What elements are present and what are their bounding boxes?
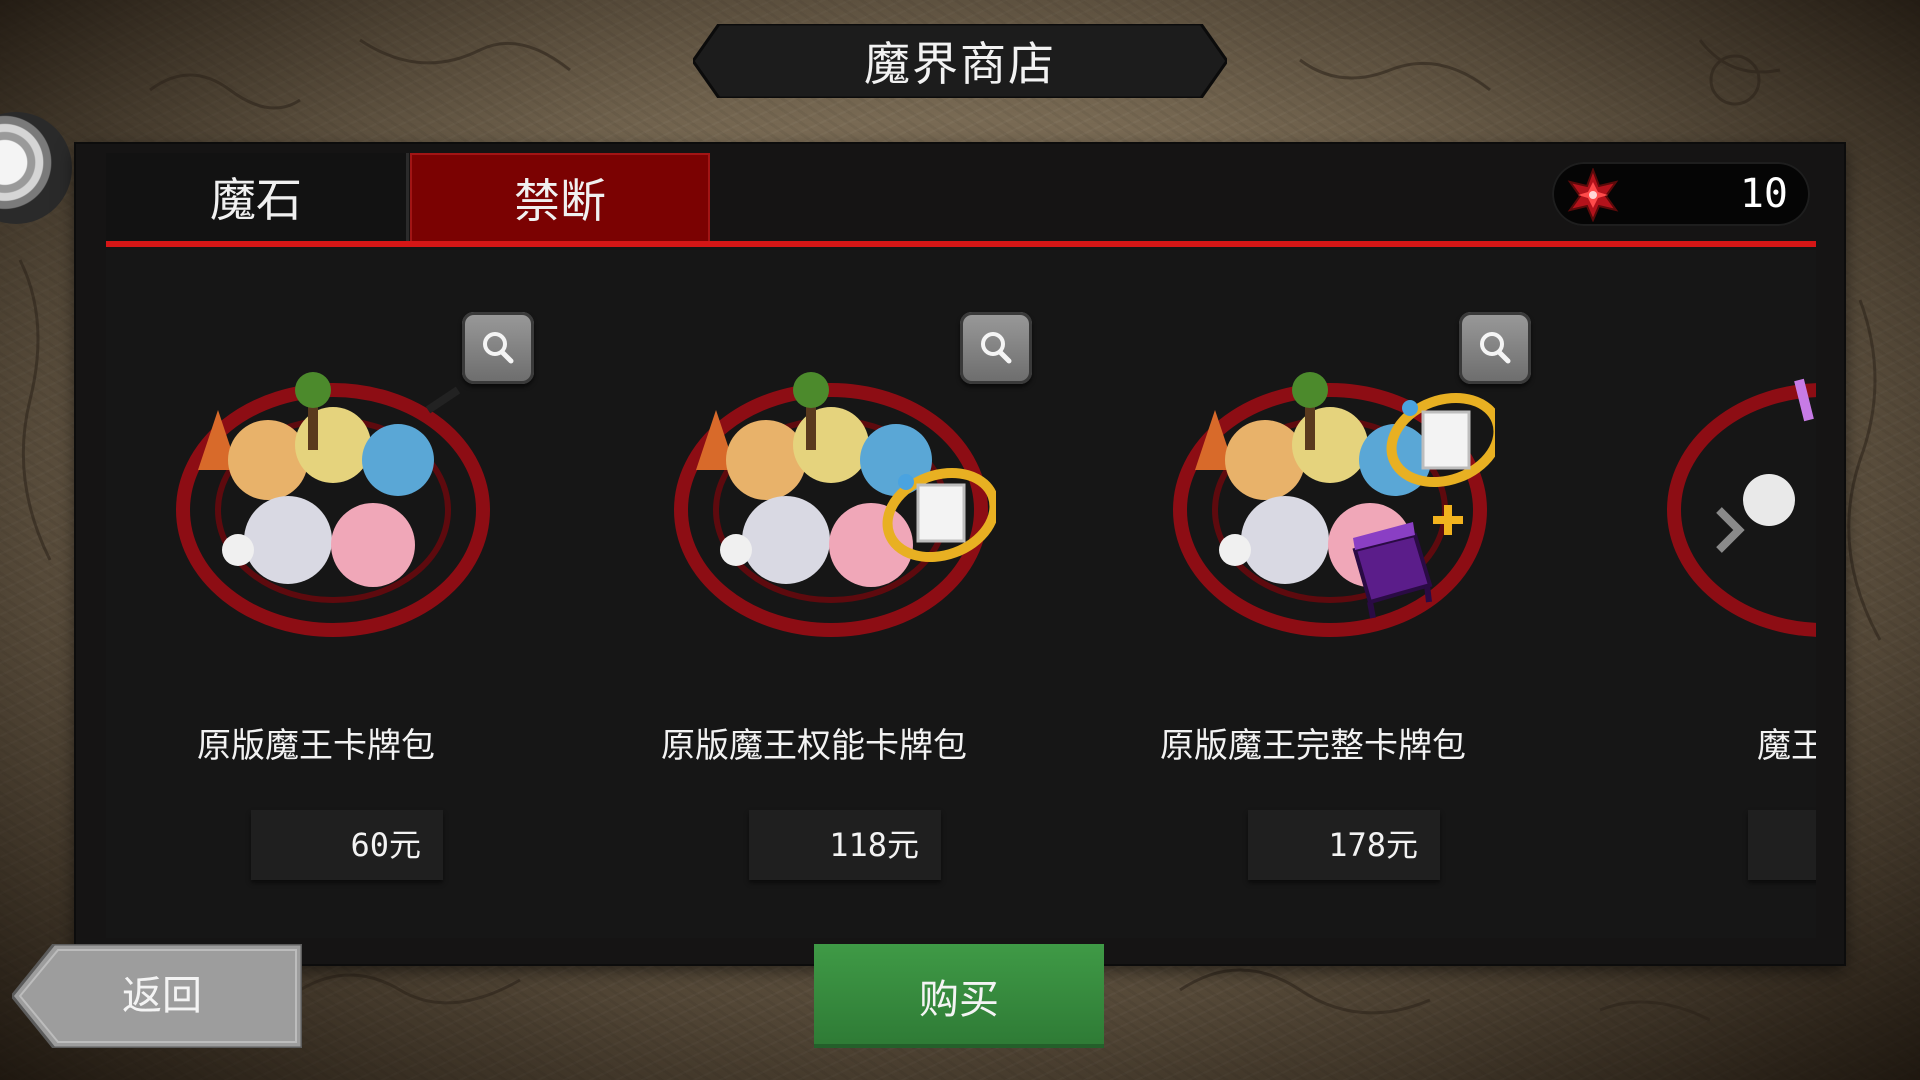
- page-title: 魔界商店: [864, 37, 1056, 91]
- product-card[interactable]: 魔王: [1603, 250, 1816, 890]
- price-button[interactable]: 178元: [1248, 810, 1440, 880]
- tab-magic-stone[interactable]: 魔石: [106, 153, 409, 241]
- product-name: 原版魔王完整卡牌包: [1160, 726, 1466, 766]
- title-banner: 魔界商店: [693, 24, 1227, 98]
- price-label: 178元: [1328, 826, 1418, 864]
- product-card[interactable]: 原版魔王完整卡牌包 178元: [1103, 250, 1531, 890]
- tab-underline: [106, 241, 1816, 247]
- card-pack-art: [1173, 372, 1495, 637]
- price-label: 118元: [829, 826, 919, 864]
- price-button[interactable]: 118元: [749, 810, 941, 880]
- back-label: 返回: [122, 973, 202, 1019]
- currency-counter: 10: [1552, 162, 1810, 226]
- card-pack-art: [674, 372, 996, 637]
- red-gem-icon: [1567, 168, 1619, 222]
- product-name: 原版魔王权能卡牌包: [661, 726, 967, 766]
- zoom-button[interactable]: [960, 312, 1032, 384]
- buy-label: 购买: [919, 977, 999, 1023]
- product-card[interactable]: 原版魔王卡牌包 60元: [106, 250, 534, 890]
- tab-forbidden[interactable]: 禁断: [410, 153, 710, 241]
- magnifier-icon: [483, 332, 514, 364]
- card-pack-art: [1667, 378, 1816, 637]
- magnifier-icon: [1480, 332, 1511, 364]
- price-button[interactable]: 60元: [251, 810, 443, 880]
- currency-amount: 10: [1739, 171, 1788, 217]
- price-label: 60元: [350, 826, 421, 864]
- product-name: 原版魔王卡牌包: [197, 726, 435, 766]
- zoom-button[interactable]: [1459, 312, 1531, 384]
- magnifier-icon: [981, 332, 1012, 364]
- price-button[interactable]: [1748, 810, 1816, 880]
- product-card[interactable]: 原版魔王权能卡牌包 118元: [604, 250, 1032, 890]
- zoom-button[interactable]: [462, 312, 534, 384]
- back-button[interactable]: 返回: [12, 944, 302, 1048]
- product-carousel: 原版魔王卡牌包 60元 原版魔王权能卡牌包 118元 原版魔王完整卡牌包 178…: [106, 250, 1816, 938]
- product-name: 魔王: [1757, 726, 1816, 766]
- plus-icon: [1433, 505, 1463, 535]
- buy-button[interactable]: 购买: [814, 944, 1104, 1048]
- card-pack-art: [176, 372, 490, 637]
